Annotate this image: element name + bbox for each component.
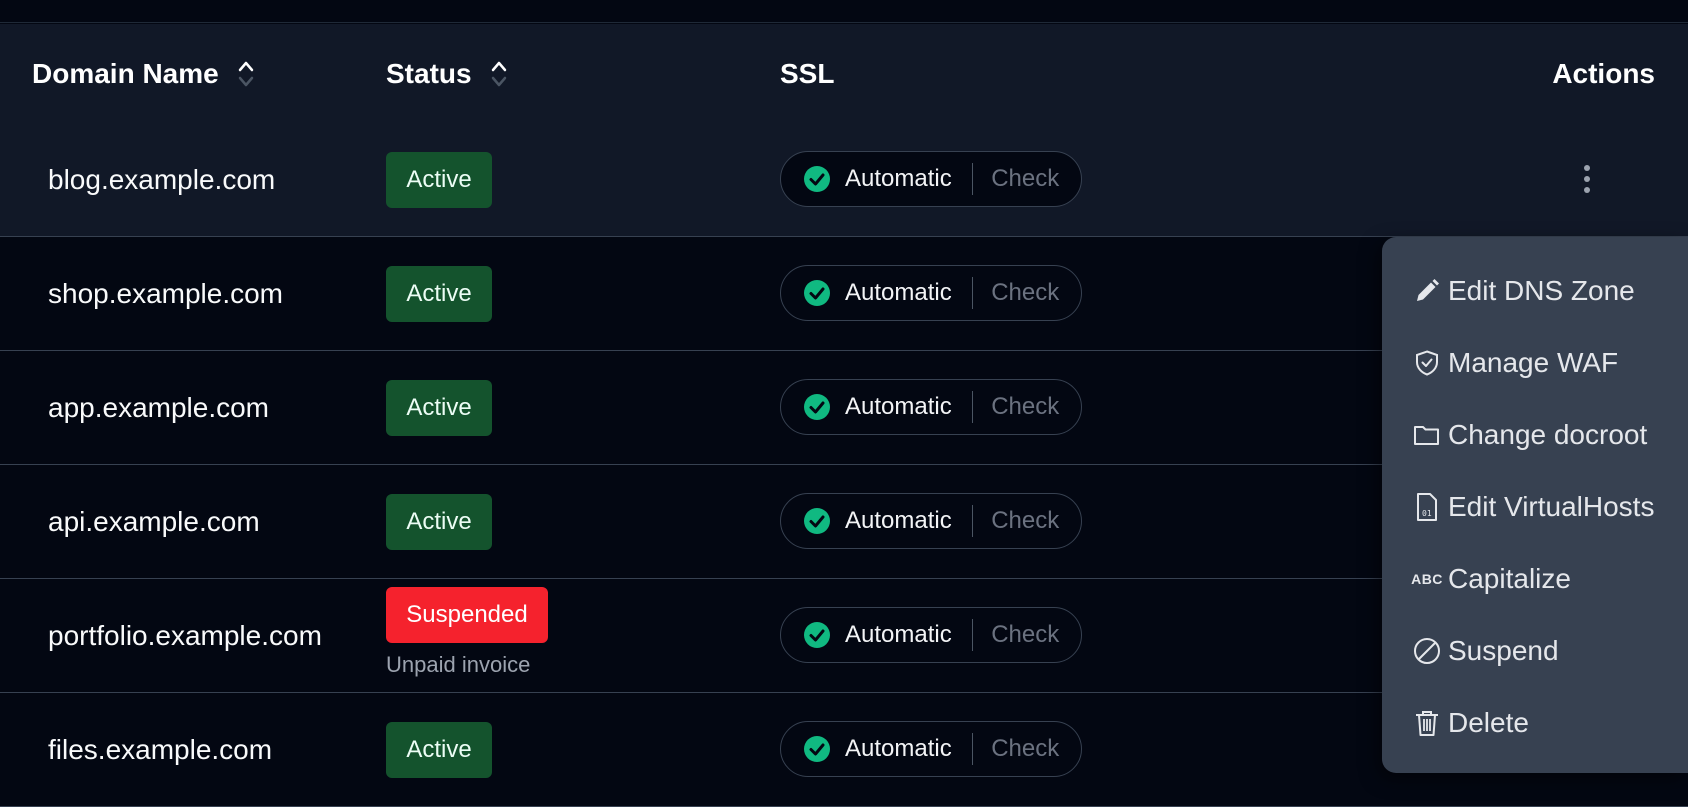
sort-asc-icon <box>491 61 506 71</box>
ssl-status-pill: Automatic Check <box>780 493 1082 549</box>
status-cell: Active <box>386 693 492 806</box>
menu-item-delete[interactable]: Delete <box>1382 687 1688 759</box>
domain-name[interactable]: blog.example.com <box>48 123 275 236</box>
sort-desc-icon <box>491 76 506 86</box>
ssl-mode-label: Automatic <box>845 621 952 648</box>
status-cell: Active <box>386 237 492 350</box>
menu-item-label: Capitalize <box>1448 563 1571 594</box>
ssl-status-pill: Automatic Check <box>780 265 1082 321</box>
check-circle-icon <box>804 508 830 534</box>
row-actions-kebab-icon[interactable] <box>1579 161 1595 197</box>
ssl-divider <box>971 733 974 765</box>
status-badge: Active <box>386 265 492 322</box>
domain-name[interactable]: files.example.com <box>48 693 272 806</box>
table-header: Domain Name Status SSL Actions <box>0 24 1688 123</box>
menu-item-label: Manage WAF <box>1448 347 1619 378</box>
ssl-divider <box>971 163 974 195</box>
menu-item-capitalize[interactable]: ABC Capitalize <box>1382 543 1688 615</box>
domain-name[interactable]: api.example.com <box>48 465 260 578</box>
status-badge: Active <box>386 493 492 550</box>
row-actions-menu: Edit DNS Zone Manage WAF Change docroot 01 E… <box>1382 237 1688 773</box>
ssl-check-button[interactable]: Check <box>991 279 1059 307</box>
folder-icon <box>1412 420 1442 450</box>
top-strip <box>0 0 1688 23</box>
menu-item-change-docroot[interactable]: Change docroot <box>1382 399 1688 471</box>
menu-item-label: Change docroot <box>1448 419 1648 450</box>
sort-toggle-domain[interactable] <box>237 59 255 89</box>
menu-item-label: Delete <box>1448 707 1529 738</box>
menu-item-label: Edit VirtualHosts <box>1448 491 1655 522</box>
column-header-actions-label: Actions <box>1552 57 1655 89</box>
ssl-status-pill: Automatic Check <box>780 721 1082 777</box>
svg-text:01: 01 <box>1422 509 1432 518</box>
status-badge: Active <box>386 379 492 436</box>
column-header-domain[interactable]: Domain Name <box>32 24 255 123</box>
ssl-status-pill: Automatic Check <box>780 607 1082 663</box>
ssl-divider <box>971 619 974 651</box>
ssl-status-pill: Automatic Check <box>780 151 1082 207</box>
sort-toggle-status[interactable] <box>490 59 508 89</box>
ssl-check-button[interactable]: Check <box>991 621 1059 649</box>
sort-asc-icon <box>238 61 253 71</box>
status-note: Unpaid invoice <box>386 652 531 677</box>
menu-item-suspend[interactable]: Suspend <box>1382 615 1688 687</box>
ssl-mode-label: Automatic <box>845 393 952 420</box>
menu-item-edit-virtualhosts[interactable]: 01 Edit VirtualHosts <box>1382 471 1688 543</box>
check-circle-icon <box>804 736 830 762</box>
menu-item-label: Suspend <box>1448 635 1559 666</box>
domain-name[interactable]: app.example.com <box>48 351 269 464</box>
status-badge: Suspended <box>386 587 548 643</box>
check-circle-icon <box>804 280 830 306</box>
menu-item-edit-dns-zone[interactable]: Edit DNS Zone <box>1382 255 1688 327</box>
ssl-mode-label: Automatic <box>845 279 952 306</box>
status-cell: Active <box>386 465 492 578</box>
sort-desc-icon <box>238 76 253 86</box>
column-header-ssl-label: SSL <box>780 57 835 89</box>
ssl-divider <box>971 277 974 309</box>
table-row[interactable]: blog.example.com Active Automatic Check <box>0 123 1688 237</box>
abc-icon: ABC <box>1411 571 1443 587</box>
ssl-check-button[interactable]: Check <box>991 507 1059 535</box>
ssl-check-button[interactable]: Check <box>991 735 1059 763</box>
column-header-actions: Actions <box>1552 24 1655 123</box>
ssl-mode-label: Automatic <box>845 735 952 762</box>
menu-item-label: Edit DNS Zone <box>1448 275 1635 306</box>
ssl-divider <box>971 391 974 423</box>
status-cell: Active <box>386 123 492 236</box>
status-badge: Active <box>386 721 492 778</box>
ssl-check-button[interactable]: Check <box>991 165 1059 193</box>
column-header-ssl: SSL <box>780 24 834 123</box>
ssl-check-button[interactable]: Check <box>991 393 1059 421</box>
check-circle-icon <box>804 622 830 648</box>
ssl-status-pill: Automatic Check <box>780 379 1082 435</box>
column-header-status[interactable]: Status <box>386 24 508 123</box>
domain-name[interactable]: portfolio.example.com <box>48 579 322 692</box>
file-binary-icon: 01 <box>1412 492 1442 522</box>
column-header-domain-label: Domain Name <box>32 57 219 89</box>
status-badge: Active <box>386 151 492 208</box>
ssl-divider <box>971 505 974 537</box>
pencil-icon <box>1412 276 1442 306</box>
check-circle-icon <box>804 394 830 420</box>
menu-item-manage-waf[interactable]: Manage WAF <box>1382 327 1688 399</box>
status-cell: Active <box>386 351 492 464</box>
domain-name[interactable]: shop.example.com <box>48 237 283 350</box>
shield-check-icon <box>1412 348 1442 378</box>
trash-icon <box>1412 708 1442 738</box>
ssl-mode-label: Automatic <box>845 165 952 192</box>
column-header-status-label: Status <box>386 57 472 89</box>
status-cell: Suspended Unpaid invoice <box>386 579 548 692</box>
check-circle-icon <box>804 166 830 192</box>
ssl-mode-label: Automatic <box>845 507 952 534</box>
slash-circle-icon <box>1412 636 1442 666</box>
